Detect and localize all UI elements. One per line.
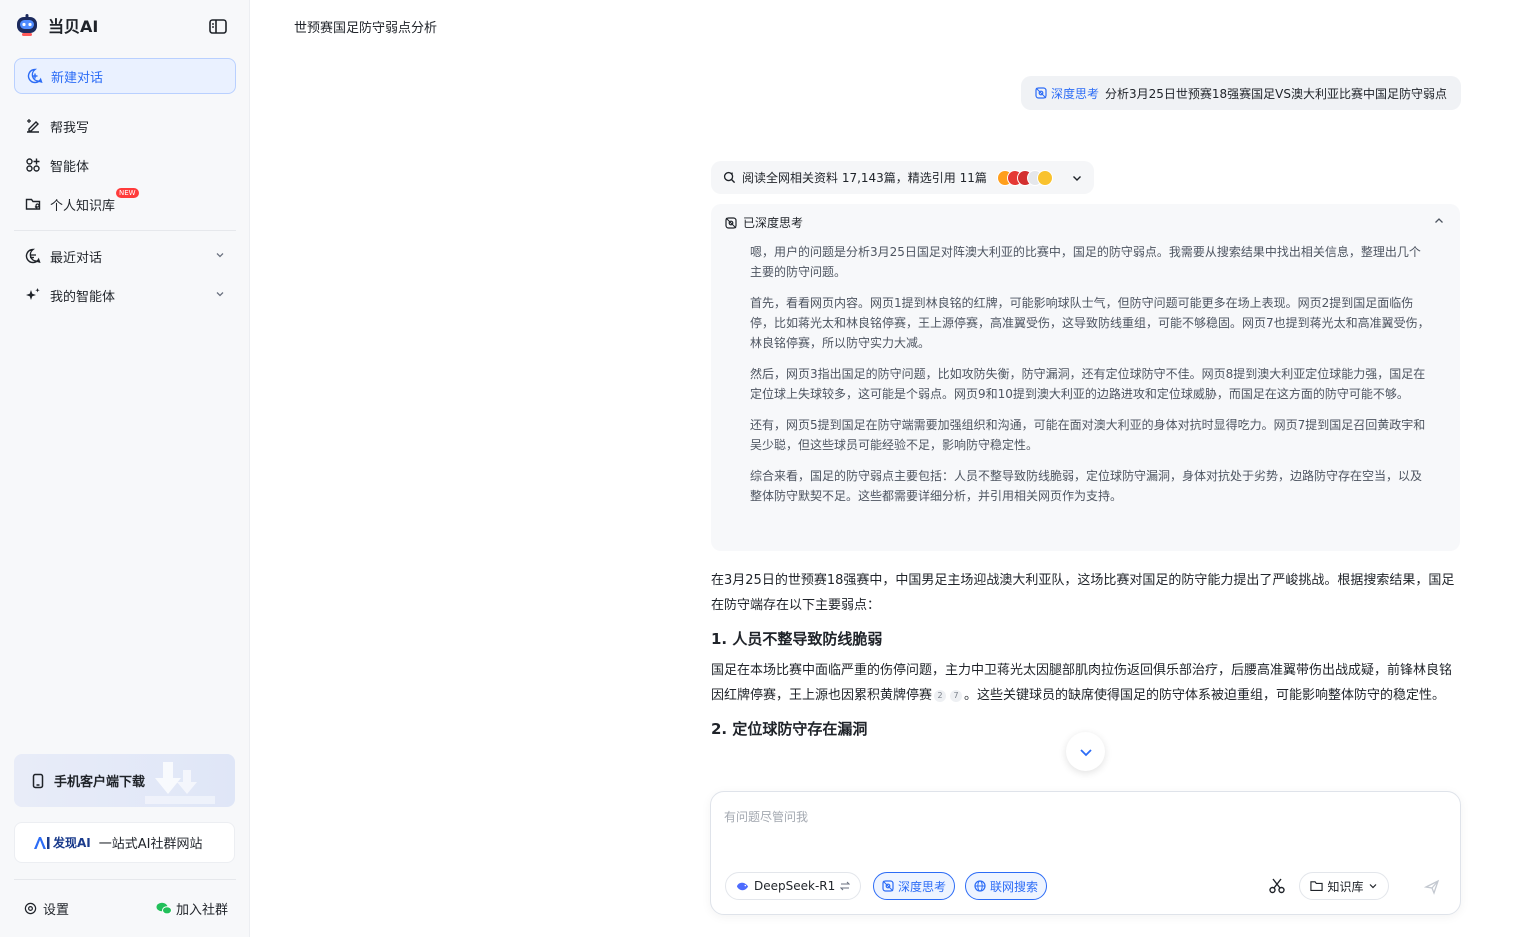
mobile-download-label: 手机客户端下载 [54,775,146,790]
sidebar-section-label: 最近对话 [50,250,103,266]
new-chat-label: 新建对话 [51,70,104,86]
sidebar-item-label: 智能体 [50,159,90,175]
gear-icon [24,902,37,915]
folder-icon [1310,881,1324,892]
conversation-title: 世预赛国足防守弱点分析 [294,21,438,36]
brand-name: 当贝AI [48,17,99,36]
sidebar-toggle-button[interactable] [208,17,228,35]
download-arrow-icon [145,762,215,804]
web-search-label: 联网搜索 [990,879,1039,894]
sparkle-icon [24,286,42,304]
sidebar-item-label: 个人知识库 [50,198,116,214]
citation-badge[interactable]: 7 [950,690,963,702]
web-search-toggle[interactable]: 联网搜索 [965,872,1048,900]
knowledge-base-label: 知识库 [1327,879,1364,894]
chevron-up-icon[interactable] [1432,214,1446,228]
sidebar: 当贝AI 新建对话 帮我写 智能体 个人知识库 NEW 最近对话 我的智能体 手… [0,0,250,937]
sources-summary[interactable]: 阅读全网相关资料 17,143篇，精选引用 11篇 [711,161,1094,194]
assistant-answer: 在3月25日的世预赛18强赛中，中国男足主场迎战澳大利亚队，这场比赛对国足的防守… [711,568,1461,748]
ai-logo-icon [34,836,50,849]
community-label: 加入社群 [176,903,229,918]
citation-badge[interactable]: 2 [934,690,947,702]
new-chat-icon [27,68,43,84]
sidebar-section-my-agents[interactable]: 我的智能体 [14,278,236,312]
thinking-paragraph: 然后，网页3指出国足的防守问题，比如攻防失衡，防守漏洞，还有定位球防守不佳。网页… [750,367,1426,401]
app-root: 当贝AI 新建对话 帮我写 智能体 个人知识库 NEW 最近对话 我的智能体 手… [0,0,1524,937]
message-composer: DeepSeek-R1 深度思考 联网搜索 知识库 [710,791,1461,915]
brand[interactable]: 当贝AI [14,12,98,38]
robot-logo-icon [14,12,40,38]
promo-logo: 发现AI [33,834,91,851]
answer-section-title: 1. 人员不整导致防线脆弱 [711,630,883,648]
new-chat-button[interactable]: 新建对话 [14,58,236,94]
deep-think-tag: 深度思考 [1035,85,1099,102]
chevron-down-icon [1072,175,1081,181]
thinking-paragraph: 嗯，用户的问题是分析3月25日国足对阵澳大利亚的比赛中，国足的防守弱点。我需要从… [750,245,1421,279]
swap-icon [840,881,851,891]
chevron-down-icon [216,253,224,258]
knowledge-base-button[interactable]: 知识库 [1299,872,1389,900]
sidebar-item-agents[interactable]: 智能体 [14,148,236,182]
settings-label: 设置 [43,903,70,918]
sidebar-section-label: 我的智能体 [50,289,116,305]
model-name: DeepSeek-R1 [754,879,836,893]
send-icon [1424,879,1440,895]
sidebar-item-label: 帮我写 [50,120,90,136]
scissors-icon[interactable] [1268,877,1286,895]
user-message: 深度思考 分析3月25日世预赛18强赛国足VS澳大利亚比赛中国足防守弱点 [1020,76,1461,110]
chevron-down-icon [216,292,224,297]
thinking-panel: 已深度思考 嗯，用户的问题是分析3月25日国足对阵澳大利亚的比赛中，国足的防守弱… [711,204,1460,551]
thinking-content: 嗯，用户的问题是分析3月25日国足对阵澳大利亚的比赛中，国足的防守弱点。我需要从… [750,242,1432,517]
thinking-paragraph: 综合来看，国足的防守弱点主要包括：人员不整导致防线脆弱，定位球防守漏洞，身体对抗… [750,469,1423,503]
phone-icon [32,773,44,788]
sidebar-section-recent[interactable]: 最近对话 [14,239,236,273]
search-refresh-icon [723,171,736,184]
settings-button[interactable]: 设置 [24,899,69,918]
chat-bubble-icon [24,247,42,265]
sidebar-item-knowledge[interactable]: 个人知识库 NEW [14,187,236,221]
thinking-paragraph: 还有，网页5提到国足在防守端需要加强组织和沟通，可能在面对澳大利亚的身体对抗时显… [750,418,1426,452]
answer-intro: 在3月25日的世预赛18强赛中，中国男足主场迎战澳大利亚队，这场比赛对国足的防守… [711,573,1455,613]
thinking-label: 已深度思考 [743,216,804,230]
source-favicons [996,169,1053,186]
promo-card[interactable]: 发现AI 一站式AI社群网站 [14,822,235,863]
chevron-down-icon [1079,748,1092,756]
scroll-to-bottom-button[interactable] [1066,732,1105,771]
deepseek-whale-icon [736,882,749,890]
sources-text: 阅读全网相关资料 17,143篇，精选引用 11篇 [742,171,987,185]
chevron-down-icon [1369,884,1376,889]
mobile-download-card[interactable]: 手机客户端下载 [14,754,235,807]
send-button[interactable] [1419,874,1445,900]
wechat-icon [156,902,172,915]
sidebar-toggle-icon [209,18,227,34]
pen-icon [24,117,42,135]
atom-icon [882,880,894,892]
thinking-paragraph: 首先，看看网页内容。网页1提到林良铭的红牌，可能影响球队士气，但防守问题可能更多… [750,296,1430,350]
sidebar-item-write[interactable]: 帮我写 [14,109,236,143]
thinking-header[interactable]: 已深度思考 [725,214,803,231]
model-selector-button[interactable]: DeepSeek-R1 [725,872,862,900]
source-favicon-icon [1036,169,1053,186]
sidebar-divider [14,879,236,880]
user-message-text: 分析3月25日世预赛18强赛国足VS澳大利亚比赛中国足防守弱点 [1104,86,1447,101]
deep-think-label: 深度思考 [898,879,947,894]
globe-icon [974,880,986,892]
apps-icon [24,156,42,174]
atom-icon [1035,87,1047,99]
new-badge: NEW [116,188,139,198]
promo-text: 一站式AI社群网站 [98,837,203,852]
join-community-button[interactable]: 加入社群 [156,899,228,918]
sidebar-divider [14,230,236,231]
deep-think-toggle[interactable]: 深度思考 [873,872,956,900]
answer-paragraph: 国足在本场比赛中面临严重的伤停问题，主力中卫蒋光太因腿部肌肉拉伤返回俱乐部治疗，… [711,663,1453,703]
message-input[interactable] [724,808,1424,848]
folder-icon [24,195,42,213]
atom-icon [725,216,737,229]
